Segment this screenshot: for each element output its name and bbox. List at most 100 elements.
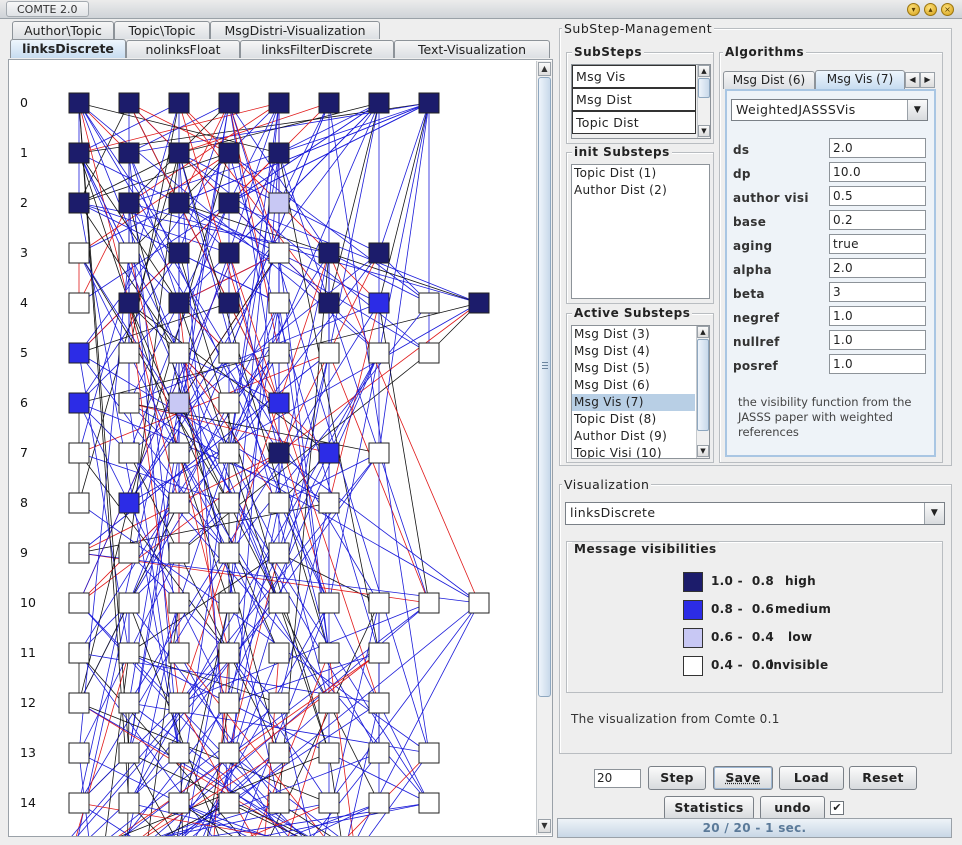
message-node[interactable] — [68, 392, 90, 414]
param-field-beta[interactable]: 3 — [829, 282, 926, 302]
reset-button[interactable]: Reset — [849, 766, 917, 790]
visualization-select[interactable]: linksDiscrete ▼ — [565, 502, 945, 525]
message-node[interactable] — [368, 292, 390, 314]
maximize-icon[interactable]: ▴ — [924, 3, 937, 16]
list-item-selected[interactable]: Msg Vis (7) — [572, 394, 695, 411]
message-node[interactable] — [68, 792, 90, 814]
tab-msg-dist-6[interactable]: Msg Dist (6) — [723, 71, 815, 89]
scroll-up-icon[interactable]: ▲ — [698, 65, 710, 77]
message-node[interactable] — [368, 792, 390, 814]
message-node[interactable] — [118, 792, 140, 814]
message-node[interactable] — [268, 92, 290, 114]
scroll-down-icon[interactable]: ▼ — [538, 819, 551, 833]
message-node[interactable] — [118, 692, 140, 714]
active-substeps-list[interactable]: Msg Dist (3) Msg Dist (4) Msg Dist (5) M… — [571, 325, 710, 459]
scroll-down-icon[interactable]: ▼ — [698, 125, 710, 137]
substeps-list[interactable]: Msg Vis Msg Dist Topic Dist ▲ ▼ — [571, 64, 711, 139]
message-node[interactable] — [268, 592, 290, 614]
message-node[interactable] — [218, 492, 240, 514]
undo-button[interactable]: undo — [760, 796, 825, 820]
message-node[interactable] — [318, 492, 340, 514]
substep-item[interactable]: Msg Vis — [572, 65, 696, 88]
param-field-negref[interactable]: 1.0 — [829, 306, 926, 326]
message-node[interactable] — [168, 442, 190, 464]
message-node[interactable] — [368, 592, 390, 614]
graph-scrollbar[interactable]: ▲ ▼ — [536, 61, 552, 835]
message-node[interactable] — [168, 92, 190, 114]
message-node[interactable] — [268, 292, 290, 314]
substeps-scrollbar[interactable]: ▲ ▼ — [697, 65, 710, 138]
message-node[interactable] — [218, 192, 240, 214]
message-node[interactable] — [368, 342, 390, 364]
message-node[interactable] — [168, 642, 190, 664]
message-node[interactable] — [418, 792, 440, 814]
message-node[interactable] — [168, 342, 190, 364]
param-field-posref[interactable]: 1.0 — [829, 354, 926, 374]
list-item[interactable]: Topic Dist (1) — [572, 165, 709, 182]
param-field-nullref[interactable]: 1.0 — [829, 330, 926, 350]
message-node[interactable] — [218, 742, 240, 764]
message-node[interactable] — [218, 442, 240, 464]
param-field-base[interactable]: 0.2 — [829, 210, 926, 230]
message-node[interactable] — [368, 742, 390, 764]
message-node[interactable] — [68, 692, 90, 714]
tab-topic-topic[interactable]: Topic\Topic — [114, 21, 210, 39]
message-node[interactable] — [168, 292, 190, 314]
message-node[interactable] — [118, 342, 140, 364]
step-button[interactable]: Step — [648, 766, 706, 790]
message-node[interactable] — [118, 192, 140, 214]
message-node[interactable] — [118, 542, 140, 564]
message-node[interactable] — [418, 592, 440, 614]
message-node[interactable] — [268, 742, 290, 764]
message-node[interactable] — [218, 342, 240, 364]
message-node[interactable] — [318, 592, 340, 614]
message-node[interactable] — [368, 642, 390, 664]
list-item[interactable]: Msg Dist (5) — [572, 360, 709, 377]
list-item[interactable]: Author Dist (9) — [572, 428, 709, 445]
message-node[interactable] — [218, 142, 240, 164]
message-node[interactable] — [68, 242, 90, 264]
message-node[interactable] — [168, 692, 190, 714]
message-node[interactable] — [168, 492, 190, 514]
message-node[interactable] — [268, 442, 290, 464]
tab-msgdistri-visualization[interactable]: MsgDistri-Visualization — [210, 21, 380, 39]
message-node[interactable] — [68, 292, 90, 314]
tab-scroll-left-icon[interactable]: ◀ — [905, 72, 920, 88]
message-node[interactable] — [118, 592, 140, 614]
message-node[interactable] — [118, 292, 140, 314]
message-node[interactable] — [68, 442, 90, 464]
message-node[interactable] — [118, 742, 140, 764]
message-node[interactable] — [68, 542, 90, 564]
message-node[interactable] — [268, 692, 290, 714]
tab-msg-vis-7[interactable]: Msg Vis (7) — [815, 70, 905, 89]
scroll-up-icon[interactable]: ▲ — [697, 326, 709, 338]
message-node[interactable] — [268, 192, 290, 214]
minimize-icon[interactable]: ▾ — [907, 3, 920, 16]
message-node[interactable] — [218, 592, 240, 614]
message-node[interactable] — [318, 742, 340, 764]
statistics-button[interactable]: Statistics — [664, 796, 754, 820]
load-button[interactable]: Load — [779, 766, 844, 790]
message-node[interactable] — [118, 92, 140, 114]
message-node[interactable] — [218, 392, 240, 414]
message-node[interactable] — [318, 342, 340, 364]
list-item[interactable]: Msg Dist (4) — [572, 343, 709, 360]
message-node[interactable] — [318, 292, 340, 314]
message-node[interactable] — [118, 492, 140, 514]
list-item[interactable]: Msg Dist (6) — [572, 377, 709, 394]
active-substeps-scrollbar[interactable]: ▲ ▼ — [696, 326, 709, 458]
message-node[interactable] — [268, 542, 290, 564]
message-node[interactable] — [68, 92, 90, 114]
message-node[interactable] — [118, 142, 140, 164]
tab-nolinksfloat[interactable]: nolinksFloat — [126, 40, 240, 58]
message-node[interactable] — [268, 392, 290, 414]
message-node[interactable] — [68, 342, 90, 364]
message-node[interactable] — [318, 642, 340, 664]
message-node[interactable] — [418, 742, 440, 764]
message-node[interactable] — [268, 142, 290, 164]
chevron-down-icon[interactable]: ▼ — [924, 503, 944, 524]
tab-linksfilterdiscrete[interactable]: linksFilterDiscrete — [240, 40, 394, 58]
message-node[interactable] — [218, 642, 240, 664]
message-node[interactable] — [218, 792, 240, 814]
list-item[interactable]: Topic Dist (8) — [572, 411, 709, 428]
